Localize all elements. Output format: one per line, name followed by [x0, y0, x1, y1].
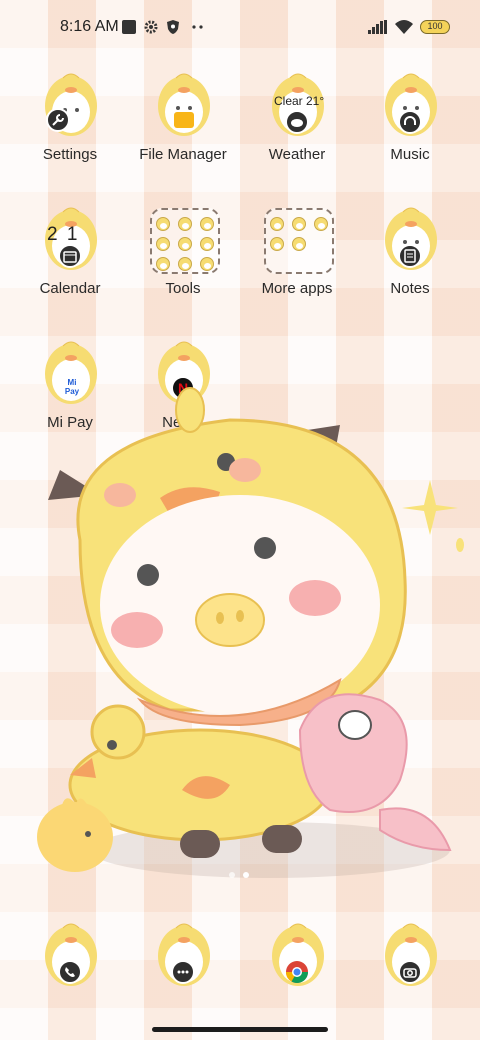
app-label: Weather — [268, 146, 326, 163]
app-notes[interactable]: Notes — [355, 204, 465, 314]
camera-icon — [398, 960, 422, 984]
dock-messages[interactable] — [128, 920, 238, 1000]
status-bar: 8:16 AM 100 — [0, 0, 480, 56]
phone-icon — [58, 960, 82, 984]
wallpaper-illustration — [37, 387, 464, 878]
mini-app-icon — [200, 217, 214, 231]
app-label: Calendar — [39, 280, 101, 297]
status-time: 8:16 AM — [60, 18, 119, 35]
mini-app-icon — [178, 217, 192, 231]
mini-app-icon — [314, 217, 328, 231]
mini-app-icon — [270, 217, 284, 231]
calendar-icon — [58, 244, 82, 268]
chrome-icon — [286, 961, 308, 983]
app-label: Notes — [390, 280, 430, 297]
app-label: Settings — [42, 146, 98, 163]
wifi-icon — [395, 20, 413, 34]
weather-overlay: Clear 21° — [274, 94, 325, 108]
more-dots-icon — [192, 25, 203, 29]
mini-app-icon — [156, 257, 170, 271]
mini-app-icon — [156, 237, 170, 251]
signal-icon — [368, 20, 387, 34]
app-label: Tools — [165, 280, 201, 297]
status-right: 100 — [368, 16, 450, 38]
app-file-manager[interactable]: File Manager — [128, 70, 238, 180]
app-label: File Manager — [139, 146, 227, 163]
app-weather[interactable]: Clear 21° Weather — [242, 70, 352, 180]
mini-app-icon — [270, 237, 284, 251]
dock-chrome[interactable] — [242, 920, 352, 1000]
folder-more-apps[interactable]: More apps — [242, 204, 352, 314]
mini-app-icon — [200, 257, 214, 271]
mini-app-icon — [178, 257, 192, 271]
folder-grid — [150, 208, 220, 274]
calendar-date-overlay: 2 1 — [47, 224, 80, 245]
folder-grid — [264, 208, 334, 274]
page-indicator — [229, 872, 249, 878]
mini-app-icon — [178, 237, 192, 251]
shield-icon — [167, 20, 179, 34]
mini-app-icon — [292, 217, 306, 231]
mini-app-icon — [292, 237, 306, 251]
app-music[interactable]: Music — [355, 70, 465, 180]
messages-icon — [171, 960, 195, 984]
folder-icon — [174, 112, 194, 128]
duck-character-icon — [158, 73, 210, 136]
mini-app-icon — [200, 237, 214, 251]
app-label: Music — [390, 146, 430, 163]
mini-app-icon — [156, 217, 170, 231]
notes-icon — [398, 244, 422, 268]
cloud-icon — [285, 110, 309, 134]
page-dot-active — [243, 872, 249, 878]
gear-icon — [144, 20, 158, 34]
app-calendar[interactable]: 2 1 Calendar — [15, 204, 125, 314]
app-settings[interactable]: Settings — [15, 70, 125, 180]
headphones-icon — [398, 110, 422, 134]
battery-icon: 100 — [420, 20, 450, 34]
stop-square-icon — [122, 20, 136, 34]
dock-camera[interactable] — [355, 920, 465, 1000]
folder-tools[interactable]: Tools — [128, 204, 238, 314]
page-dot — [229, 872, 235, 878]
app-label: More apps — [261, 280, 333, 297]
wrench-icon — [46, 108, 70, 132]
home-gesture-bar[interactable] — [152, 1027, 328, 1032]
dock-phone[interactable] — [15, 920, 125, 1000]
